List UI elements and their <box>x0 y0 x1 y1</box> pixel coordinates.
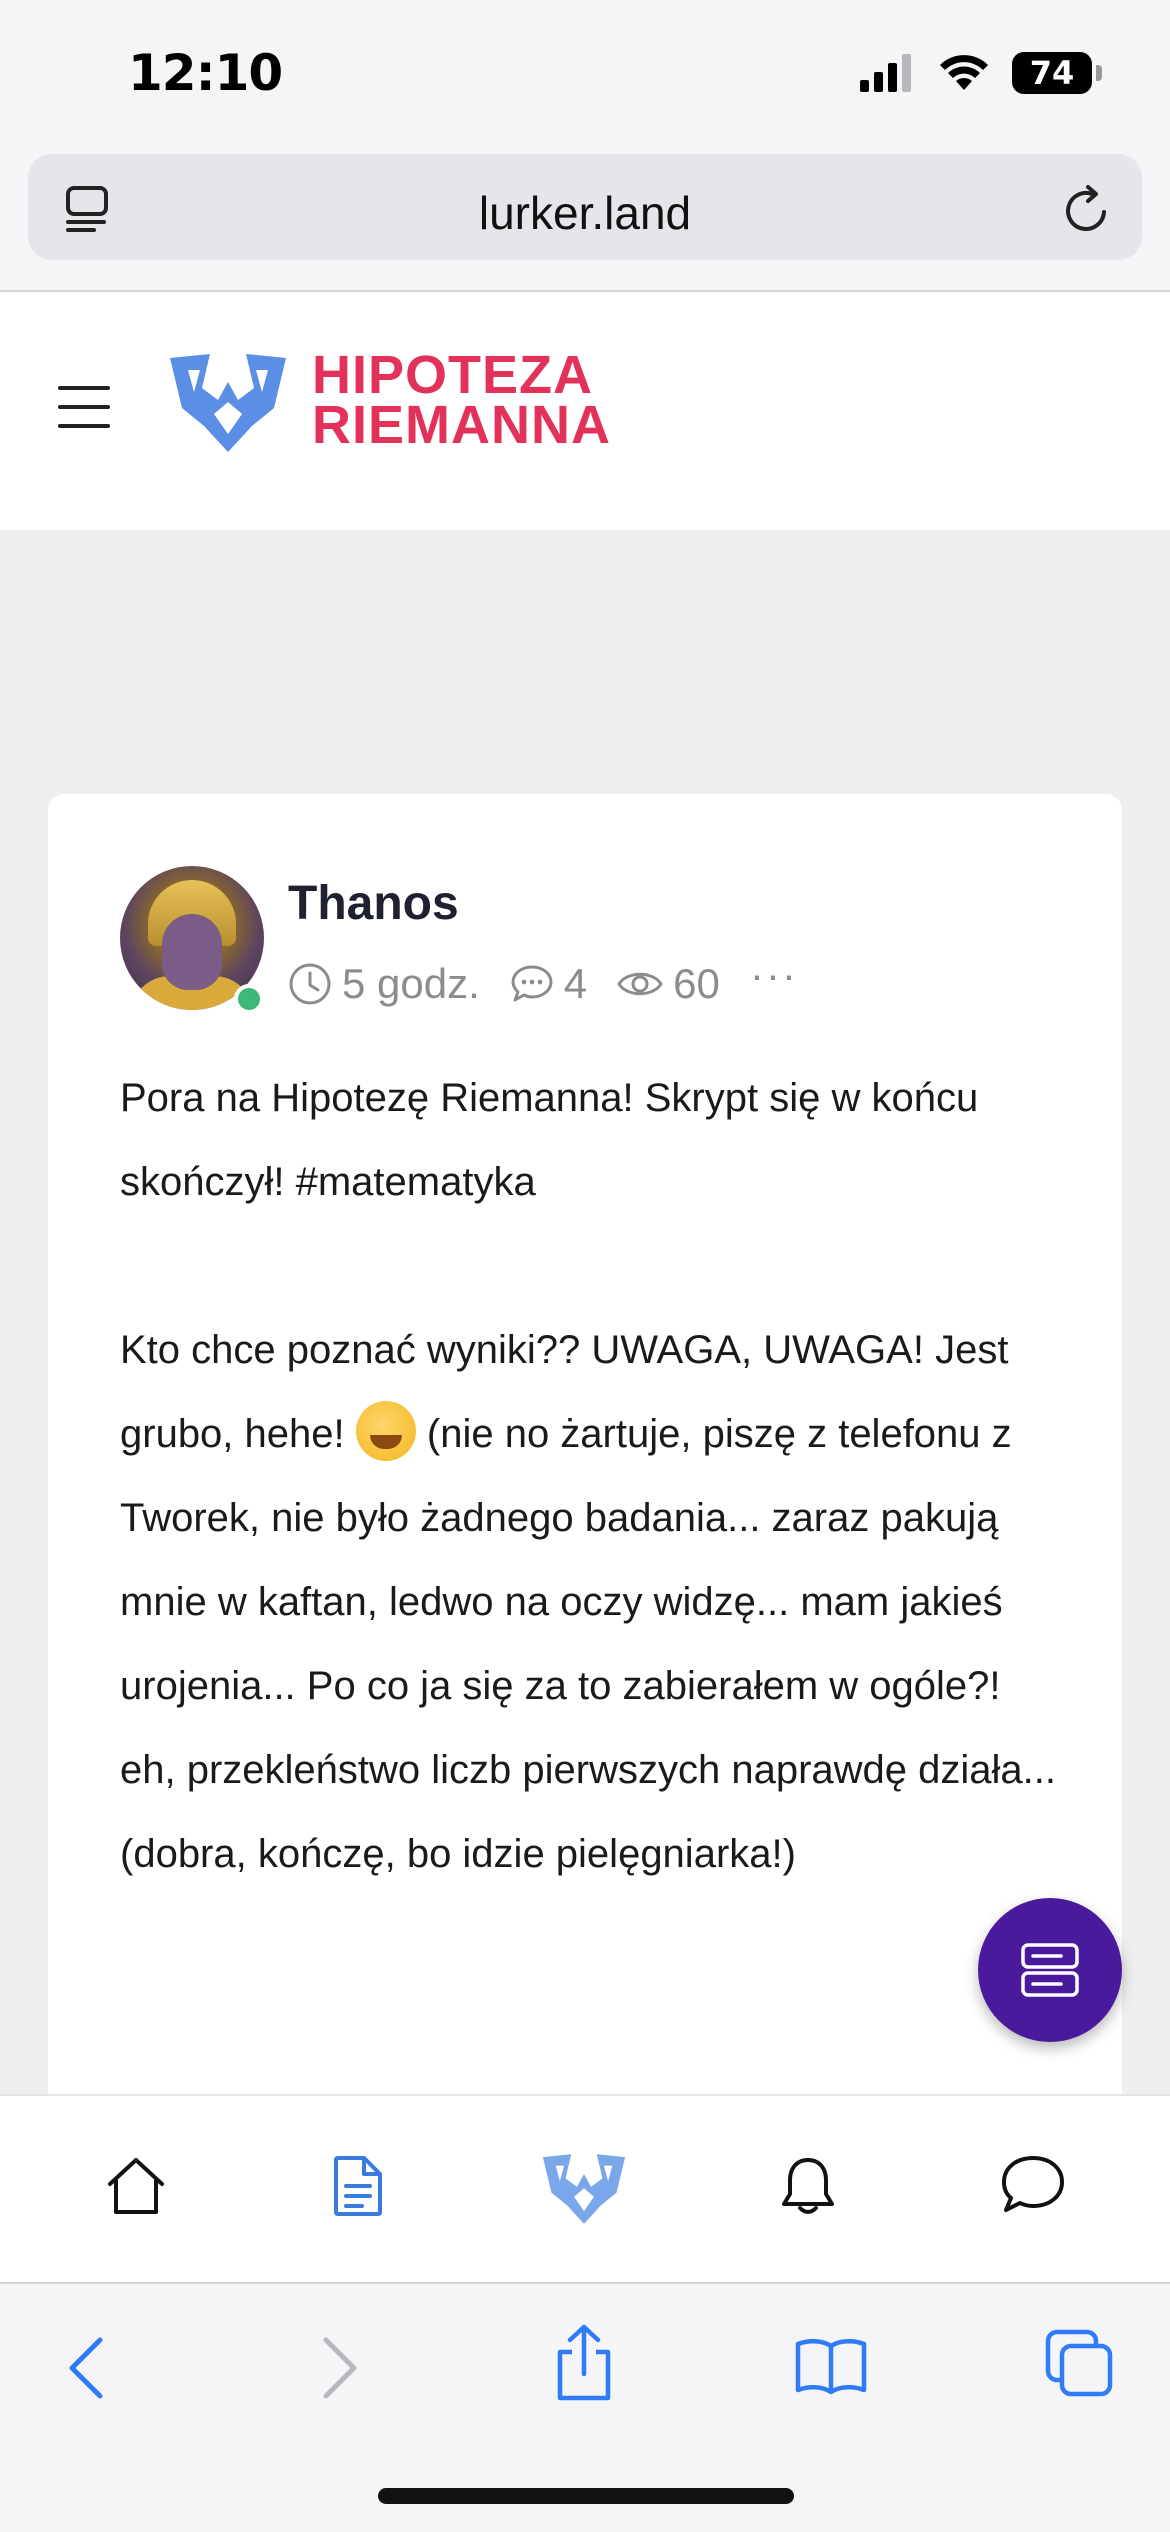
home-icon[interactable] <box>104 2154 168 2218</box>
back-icon[interactable] <box>66 2336 106 2400</box>
comment-icon <box>511 965 553 1002</box>
status-icons: 74 <box>860 52 1102 94</box>
browser-address-area: lurker.land <box>0 150 1170 292</box>
wifi-icon <box>940 55 988 90</box>
logo-line1: HIPOTEZA <box>312 345 594 405</box>
post-paragraph-2: Kto chce poznać wyniki?? UWAGA, UWAGA! J… <box>120 1308 1060 1896</box>
post-views: 60 <box>617 960 720 1008</box>
eye-icon <box>617 972 663 996</box>
online-status-indicator <box>234 984 264 1014</box>
post-time: 5 godz. <box>288 960 480 1008</box>
site-header: HIPOTEZA RIEMANNA <box>0 292 1170 530</box>
post-paragraph-2-end: (nie no żartuje, piszę z telefonu z Twor… <box>120 1412 1056 1876</box>
chat-icon[interactable] <box>1000 2154 1066 2216</box>
address-bar[interactable]: lurker.land <box>28 154 1142 260</box>
app-bottom-nav <box>0 2094 1170 2282</box>
logo-mark-icon[interactable] <box>166 348 290 458</box>
laughing-emoji-icon <box>355 1401 416 1462</box>
url-text: lurker.land <box>478 187 692 239</box>
document-icon[interactable] <box>330 2154 386 2218</box>
forward-icon[interactable] <box>320 2336 360 2400</box>
post-card: Thanos 5 godz. 4 60 ··· Pora na Hipotezę… <box>48 794 1122 2114</box>
more-options-button[interactable]: ··· <box>750 951 798 999</box>
hamburger-menu-icon[interactable] <box>58 384 110 430</box>
post-views-count: 60 <box>673 960 720 1007</box>
server-list-icon <box>1021 1943 1079 1997</box>
tabs-icon[interactable] <box>1044 2328 1114 2398</box>
post-paragraph-1: Pora na Hipotezę Riemanna! Skrypt się w … <box>120 1076 979 1204</box>
reload-icon[interactable] <box>1060 184 1112 236</box>
post-meta: 5 godz. 4 60 ··· <box>288 951 798 1008</box>
post-comments-count: 4 <box>563 960 588 1007</box>
home-indicator[interactable] <box>378 2488 794 2504</box>
post-time-text: 5 godz. <box>342 960 480 1007</box>
battery-icon: 74 <box>1012 52 1102 94</box>
post-comments[interactable]: 4 <box>510 960 587 1008</box>
status-time: 12:10 <box>128 44 283 102</box>
bell-icon[interactable] <box>778 2154 838 2218</box>
post-body: Pora na Hipotezę Riemanna! Skrypt się w … <box>120 1056 1060 1896</box>
cellular-signal-icon <box>860 54 911 92</box>
post-author[interactable]: Thanos <box>288 876 459 931</box>
site-logo-text[interactable]: HIPOTEZA RIEMANNA <box>312 345 611 455</box>
floating-action-button[interactable] <box>978 1898 1122 2042</box>
share-icon[interactable] <box>552 2324 616 2402</box>
bookmarks-icon[interactable] <box>794 2336 868 2396</box>
battery-level: 74 <box>1029 54 1075 92</box>
logo-line2: RIEMANNA <box>312 395 611 455</box>
logo-icon[interactable] <box>540 2150 628 2228</box>
clock-icon <box>289 963 331 1005</box>
status-bar: 12:10 74 <box>0 0 1170 150</box>
